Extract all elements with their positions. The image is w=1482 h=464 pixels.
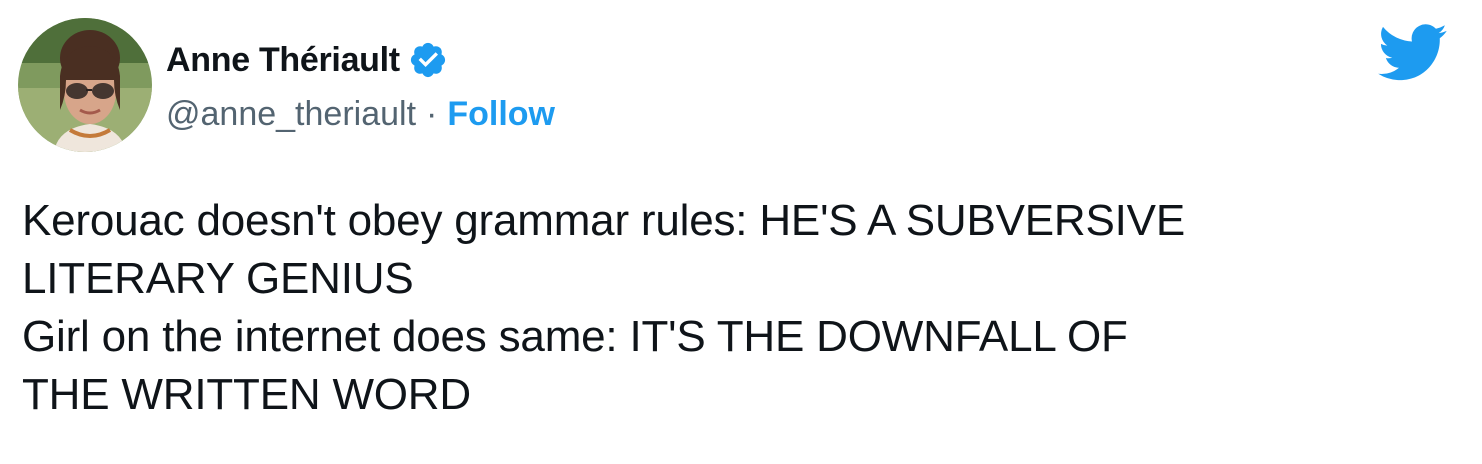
author-block: Anne Thériault @anne_theriault · Follow	[166, 36, 555, 138]
tweet-text: Kerouac doesn't obey grammar rules: HE'S…	[22, 192, 1462, 424]
name-row: Anne Thériault	[166, 36, 555, 84]
handle[interactable]: @anne_theriault	[166, 95, 416, 134]
display-name[interactable]: Anne Thériault	[166, 41, 400, 80]
tweet-text-line: Girl on the internet does same: IT'S THE…	[22, 312, 1128, 361]
separator-dot: ·	[426, 94, 438, 133]
tweet-text-line: Kerouac doesn't obey grammar rules: HE'S…	[22, 196, 1185, 245]
avatar[interactable]	[18, 18, 152, 152]
avatar-image	[18, 18, 152, 152]
twitter-bird-icon[interactable]	[1378, 24, 1448, 82]
tweet-text-line: LITERARY GENIUS	[22, 254, 414, 303]
handle-row: @anne_theriault · Follow	[166, 90, 555, 138]
tweet-text-line: THE WRITTEN WORD	[22, 370, 471, 419]
verified-badge-icon	[408, 40, 448, 80]
follow-button[interactable]: Follow	[447, 95, 555, 134]
tweet-card: Anne Thériault @anne_theriault · Follow …	[0, 0, 1482, 464]
